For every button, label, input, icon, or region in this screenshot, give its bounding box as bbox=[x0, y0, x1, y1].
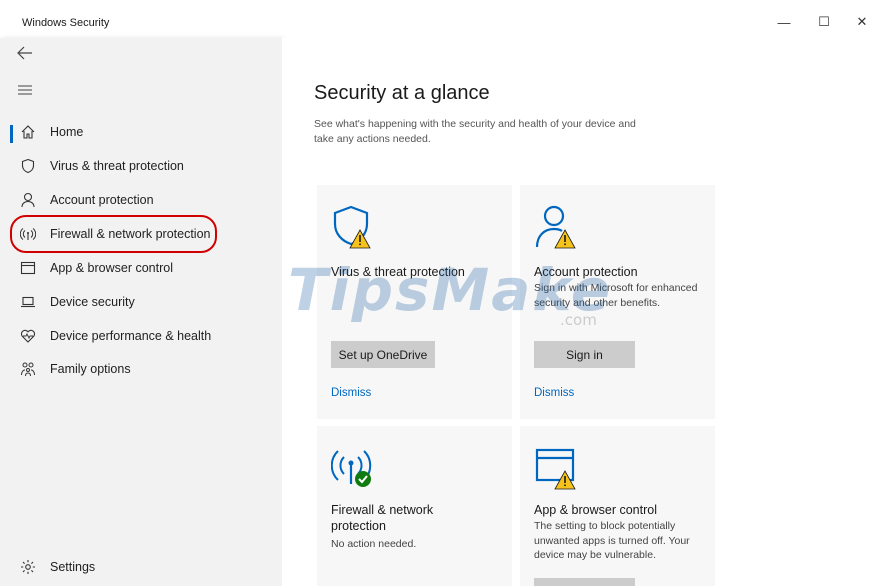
sidebar-item-label: Family options bbox=[50, 362, 131, 376]
person-warning-icon bbox=[535, 205, 576, 249]
sidebar: Home Virus & threat protection Account p… bbox=[0, 38, 282, 586]
wifi-ok-icon bbox=[331, 450, 372, 487]
sidebar-item-label: Device security bbox=[50, 295, 135, 309]
main-content: Security at a glance See what's happenin… bbox=[282, 38, 870, 586]
browser-warning-icon bbox=[535, 448, 576, 490]
card-title: Firewall & network protection bbox=[331, 503, 434, 533]
family-icon bbox=[18, 359, 38, 379]
sidebar-item-virus-threat-protection[interactable]: Virus & threat protection bbox=[0, 150, 282, 182]
sidebar-item-settings[interactable]: Settings bbox=[0, 551, 282, 583]
back-arrow-icon bbox=[17, 46, 32, 60]
card-action-button[interactable] bbox=[534, 578, 635, 586]
shield-icon bbox=[18, 156, 38, 176]
sidebar-item-app-browser-control[interactable]: App & browser control bbox=[0, 252, 282, 284]
card-virus-threat-protection[interactable]: Virus & threat protection Set up OneDriv… bbox=[317, 185, 512, 419]
home-icon bbox=[18, 122, 38, 142]
wifi-antenna-icon bbox=[18, 224, 38, 244]
window-title: Windows Security bbox=[22, 17, 110, 29]
gear-icon bbox=[18, 557, 38, 577]
laptop-icon bbox=[18, 292, 38, 312]
page-subtitle: See what's happening with the security a… bbox=[314, 118, 636, 145]
card-app-browser-control[interactable]: App & browser control The setting to blo… bbox=[520, 426, 715, 586]
card-title: Virus & threat protection bbox=[331, 265, 465, 279]
hamburger-icon bbox=[18, 85, 32, 95]
card-description: No action needed. bbox=[331, 538, 417, 550]
title-bar: Windows Security — ☐ ✕ bbox=[0, 0, 870, 38]
dismiss-link[interactable]: Dismiss bbox=[534, 387, 574, 399]
sidebar-item-family-options[interactable]: Family options bbox=[0, 353, 282, 385]
page-title: Security at a glance bbox=[314, 82, 490, 104]
sidebar-item-label: Settings bbox=[50, 560, 96, 574]
sidebar-item-device-security[interactable]: Device security bbox=[0, 286, 282, 318]
card-description: The setting to block potentially unwante… bbox=[534, 520, 690, 561]
sidebar-item-device-performance-health[interactable]: Device performance & health bbox=[0, 320, 282, 352]
card-firewall-network-protection[interactable]: Firewall & network protection No action … bbox=[317, 426, 512, 586]
browser-window-icon bbox=[18, 258, 38, 278]
card-account-protection[interactable]: Account protection Sign in with Microsof… bbox=[520, 185, 715, 419]
person-icon bbox=[18, 190, 38, 210]
sidebar-item-label: Virus & threat protection bbox=[50, 159, 184, 173]
sidebar-item-label: Home bbox=[50, 125, 84, 139]
sidebar-item-label: Device performance & health bbox=[50, 329, 212, 343]
sidebar-item-label: App & browser control bbox=[50, 261, 173, 275]
menu-button[interactable] bbox=[14, 79, 36, 101]
close-button[interactable]: ✕ bbox=[852, 13, 870, 31]
back-button[interactable] bbox=[14, 42, 36, 64]
sidebar-item-home[interactable]: Home bbox=[0, 116, 282, 148]
maximize-button[interactable]: ☐ bbox=[814, 13, 834, 31]
sidebar-item-firewall-network-protection[interactable]: Firewall & network protection bbox=[0, 218, 282, 250]
card-title: Account protection bbox=[534, 265, 638, 279]
card-title: App & browser control bbox=[534, 503, 657, 517]
card-description: Sign in with Microsoft for enhanced secu… bbox=[534, 282, 698, 309]
sign-in-button[interactable]: Sign in bbox=[534, 341, 635, 368]
set-up-onedrive-button[interactable]: Set up OneDrive bbox=[331, 341, 435, 368]
dismiss-link[interactable]: Dismiss bbox=[331, 387, 371, 399]
sidebar-item-label: Firewall & network protection bbox=[50, 227, 211, 241]
active-indicator bbox=[10, 125, 13, 143]
shield-warning-icon bbox=[333, 205, 371, 249]
heart-icon bbox=[18, 326, 38, 346]
minimize-button[interactable]: — bbox=[774, 13, 794, 31]
sidebar-item-label: Account protection bbox=[50, 193, 154, 207]
sidebar-item-account-protection[interactable]: Account protection bbox=[0, 184, 282, 216]
